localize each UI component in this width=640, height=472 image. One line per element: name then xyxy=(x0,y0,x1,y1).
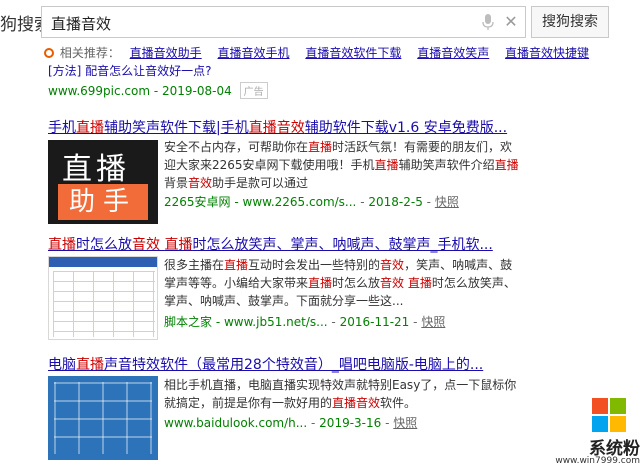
partial-result-url: www.699pic.com - 2019-08-04 广告 xyxy=(48,82,268,99)
result-title[interactable]: 手机直播辅助笑声软件下载|手机直播音效辅助软件下载v1.6 安卓免费版... xyxy=(48,117,507,137)
ad-badge: 广告 xyxy=(239,82,268,99)
snapshot-link[interactable]: 快照 xyxy=(393,416,417,430)
result-snippet: 安全不占内存，可帮助你在直播时活跃气氛！有需要的朋友们，欢迎大家来2265安卓网… xyxy=(164,140,519,190)
result-date: 2016-11-21 xyxy=(339,315,410,329)
search-input[interactable]: 直播音效 xyxy=(51,13,111,34)
result-thumbnail[interactable]: 直播 助手 xyxy=(48,140,158,224)
result-date: 2019-3-16 xyxy=(319,416,382,430)
partial-result-url-text: www.699pic.com - 2019-08-04 xyxy=(48,84,232,98)
related-link[interactable]: 直播音效软件下载 xyxy=(305,46,401,60)
result-snippet: 相比手机直播，电脑直播实现特效声就特别Easy了，点一下鼠标你就搞定，前提是你有… xyxy=(164,378,517,410)
partial-result-title[interactable]: [方法] 配音怎么让音效好一点? xyxy=(48,62,212,79)
related-link[interactable]: 直播音效手机 xyxy=(218,46,290,60)
watermark-url: www.win7999.com xyxy=(555,456,640,466)
site-watermark: 系统粉 www.win7999.com xyxy=(555,398,640,472)
result-snippet: 很多主播在直播互动时会发出一些特别的音效，笑声、呐喊声、鼓掌声等等。小编给大家带… xyxy=(164,258,516,308)
result-title[interactable]: 电脑直播声音特效软件（最常用28个特效音）_唱吧电脑版-电脑上的... xyxy=(48,354,483,374)
thumb-badge: 助手 xyxy=(58,184,148,220)
related-searches: 相关推荐： 直播音效助手 直播音效手机 直播音效软件下载 直播音效笑声 直播音效… xyxy=(44,44,601,60)
result-meta: 2265安卓网 - www.2265.com/s... - 2018-2-5 -… xyxy=(164,195,459,209)
result-source: 脚本之家 - www.jb51.net/s... xyxy=(164,315,328,329)
result-source: www.baidulook.com/h... xyxy=(164,416,308,430)
related-link[interactable]: 直播音效快捷键 xyxy=(505,46,589,60)
result-title[interactable]: 直播时怎么放音效 直播时怎么放笑声、掌声、呐喊声、鼓掌声_手机软... xyxy=(48,234,493,254)
snapshot-link[interactable]: 快照 xyxy=(421,315,445,329)
clear-icon[interactable]: ✕ xyxy=(503,12,519,32)
result-meta: 脚本之家 - www.jb51.net/s... - 2016-11-21 - … xyxy=(164,315,446,329)
search-related-icon xyxy=(44,48,54,58)
result-thumbnail[interactable] xyxy=(48,376,158,460)
result-meta: www.baidulook.com/h... - 2019-3-16 - 快照 xyxy=(164,416,418,430)
result-date: 2018-2-5 xyxy=(368,195,423,209)
related-link[interactable]: 直播音效助手 xyxy=(130,46,202,60)
windows-logo-icon xyxy=(592,398,626,432)
mic-icon[interactable] xyxy=(482,14,494,31)
search-box[interactable]: 直播音效 ✕ xyxy=(41,6,526,38)
related-link[interactable]: 直播音效笑声 xyxy=(417,46,489,60)
search-button[interactable]: 搜狗搜索 xyxy=(531,6,609,38)
result-thumbnail[interactable] xyxy=(48,256,158,340)
thumb-text: 直播 xyxy=(62,152,130,187)
result-source: 2265安卓网 - www.2265.com/s... xyxy=(164,195,357,209)
top-search-bar: 狗搜索 直播音效 ✕ 搜狗搜索 xyxy=(0,0,640,42)
related-label: 相关推荐： xyxy=(59,46,120,60)
snapshot-link[interactable]: 快照 xyxy=(435,195,459,209)
